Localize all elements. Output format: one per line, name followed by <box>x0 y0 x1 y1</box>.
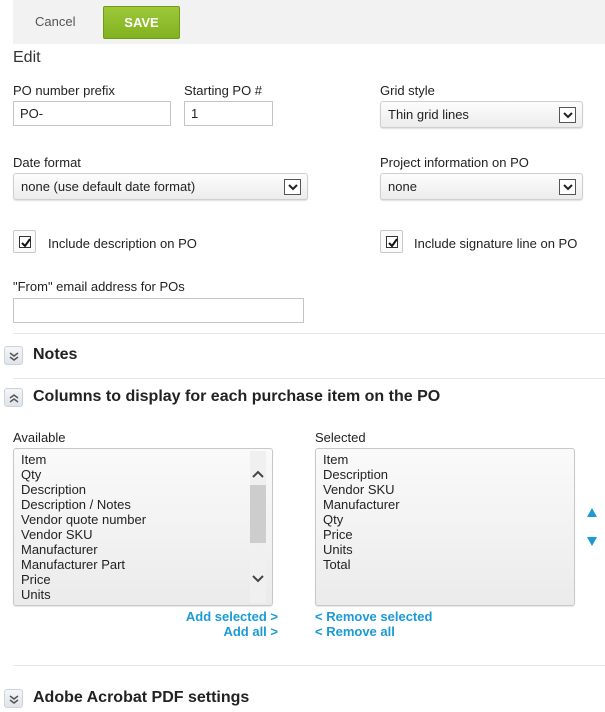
edit-heading: Edit <box>13 49 41 66</box>
project-info-value: none <box>388 179 417 194</box>
double-chevron-down-icon <box>9 695 19 704</box>
checkmark-icon <box>388 238 398 248</box>
list-option[interactable]: Price <box>323 527 567 542</box>
from-email-label: "From" email address for POs <box>13 279 185 294</box>
pdf-expand-button[interactable] <box>4 689 23 708</box>
notes-section-title[interactable]: Notes <box>33 346 77 364</box>
grid-style-value: Thin grid lines <box>388 107 469 122</box>
include-signature-label: Include signature line on PO <box>414 236 578 251</box>
chevron-down-icon <box>559 107 576 123</box>
list-option[interactable]: Qty <box>323 512 567 527</box>
date-format-value: none (use default date format) <box>21 179 196 194</box>
list-option[interactable]: Vendor quote number <box>21 512 265 527</box>
list-option[interactable]: Total <box>323 557 567 572</box>
cancel-button[interactable]: Cancel <box>35 14 75 29</box>
starting-po-label: Starting PO # <box>184 83 263 98</box>
divider <box>13 665 605 666</box>
po-prefix-label: PO number prefix <box>13 83 115 98</box>
list-option[interactable]: Vendor SKU <box>21 527 265 542</box>
remove-selected-link[interactable]: < Remove selected <box>315 609 432 624</box>
include-description-checkbox[interactable] <box>13 230 36 253</box>
remove-all-link[interactable]: < Remove all <box>315 624 395 639</box>
divider <box>13 378 605 379</box>
list-option[interactable]: Manufacturer <box>323 497 567 512</box>
list-option[interactable]: Description <box>323 467 567 482</box>
selected-columns-list[interactable]: Item Description Vendor SKU Manufacturer Qty… <box>315 448 575 606</box>
pdf-section-title[interactable]: Adobe Acrobat PDF settings <box>33 689 249 707</box>
save-button[interactable]: SAVE <box>103 6 180 39</box>
list-option[interactable]: Price <box>21 572 265 587</box>
list-option[interactable]: Units <box>323 542 567 557</box>
chevron-down-icon <box>284 179 301 195</box>
double-chevron-down-icon <box>9 352 19 361</box>
notes-expand-button[interactable] <box>4 346 23 365</box>
list-option[interactable]: Qty <box>21 467 265 482</box>
double-chevron-up-icon <box>9 394 19 403</box>
add-all-link[interactable]: Add all > <box>223 624 278 639</box>
list-option[interactable]: Units <box>21 587 265 602</box>
date-format-label: Date format <box>13 155 81 170</box>
grid-style-select[interactable]: Thin grid lines <box>380 101 583 128</box>
list-option[interactable]: Vendor SKU <box>323 482 567 497</box>
chevron-down-icon <box>559 179 576 195</box>
date-format-select[interactable]: none (use default date format) <box>13 173 308 200</box>
divider <box>13 333 605 334</box>
scroll-thumb[interactable] <box>250 485 266 543</box>
toolbar: Cancel SAVE <box>13 0 605 44</box>
add-selected-link[interactable]: Add selected > <box>186 609 278 624</box>
list-option[interactable]: Description / Notes <box>21 497 265 512</box>
grid-style-label: Grid style <box>380 83 435 98</box>
list-option[interactable]: Description <box>21 482 265 497</box>
columns-section-title[interactable]: Columns to display for each purchase ite… <box>33 388 440 406</box>
available-columns-list[interactable]: Item Qty Description Description / Notes Ven… <box>13 448 273 606</box>
scrollbar[interactable] <box>250 451 266 603</box>
list-option[interactable]: Item <box>323 452 567 467</box>
list-option[interactable]: Item <box>21 452 265 467</box>
project-info-label: Project information on PO <box>380 155 529 170</box>
po-prefix-input[interactable] <box>13 101 171 126</box>
scroll-down-icon[interactable] <box>252 574 264 584</box>
move-up-icon[interactable] <box>587 508 597 517</box>
include-description-label: Include description on PO <box>48 236 197 251</box>
list-option[interactable]: Manufacturer <box>21 542 265 557</box>
list-option[interactable]: Manufacturer Part <box>21 557 265 572</box>
move-down-icon[interactable] <box>587 537 597 546</box>
from-email-input[interactable] <box>13 298 304 323</box>
available-label: Available <box>13 430 66 445</box>
selected-label: Selected <box>315 430 366 445</box>
columns-collapse-button[interactable] <box>4 388 23 407</box>
scroll-up-icon[interactable] <box>252 469 264 479</box>
starting-po-input[interactable] <box>184 101 273 126</box>
checkmark-icon <box>21 238 31 248</box>
include-signature-checkbox[interactable] <box>380 230 403 253</box>
project-info-select[interactable]: none <box>380 173 583 200</box>
